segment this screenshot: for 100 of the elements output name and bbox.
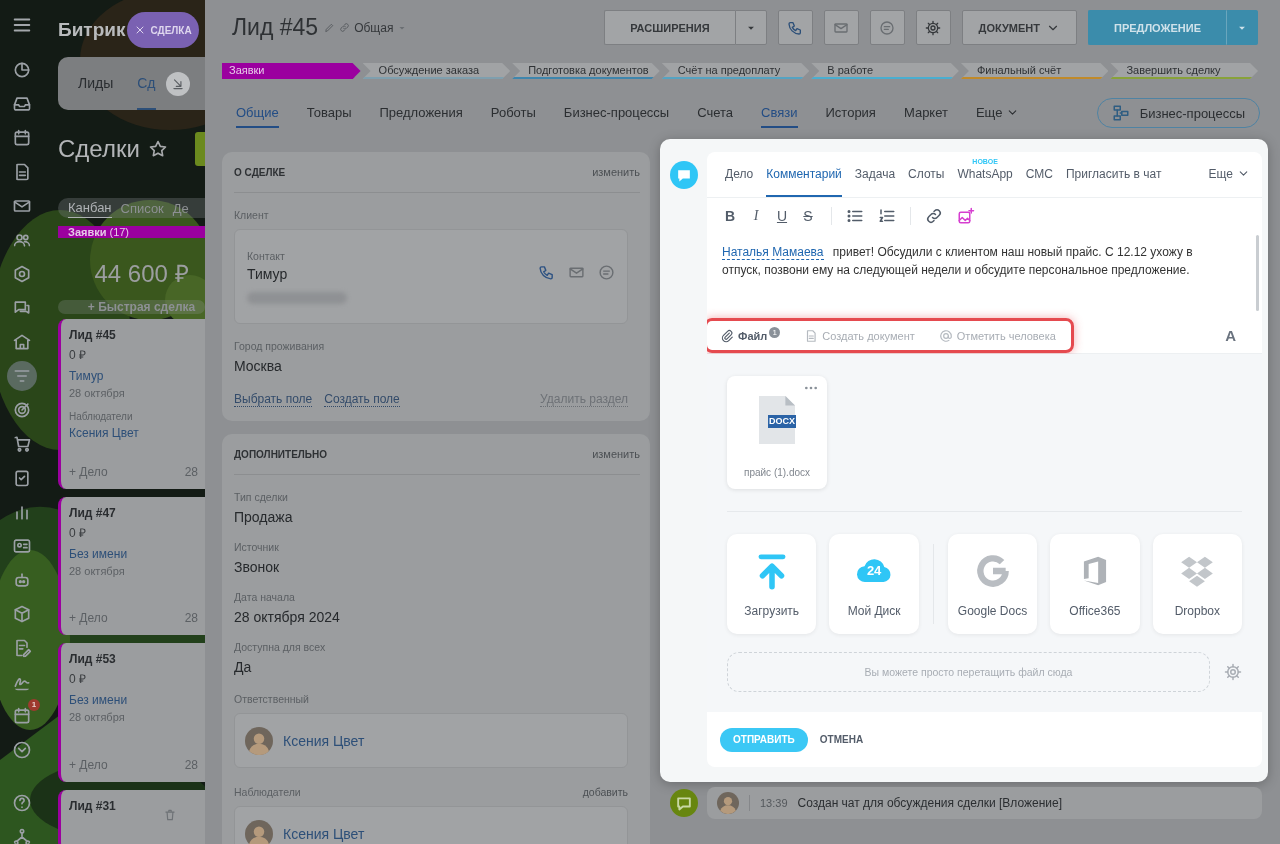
tab[interactable]: Общие — [236, 98, 279, 128]
field-label: Клиент — [234, 209, 270, 221]
file-button[interactable]: Файл 1 — [720, 328, 781, 343]
format-button[interactable]: S — [799, 204, 817, 227]
message-text: Наталья Мамаева привет! Обсудили с клиентом наш новый прайс. С 12.12 ухожу в отпуск, позвони ему на следующей недели и обсудите персональное предложение. — [722, 244, 1194, 279]
tab[interactable]: Связи — [761, 98, 798, 128]
tab[interactable]: Задача — [854, 152, 896, 197]
field-value: Москва — [234, 358, 283, 374]
field-label: Дата начала — [234, 591, 296, 603]
document-icon — [804, 328, 819, 343]
tab[interactable]: Бизнес-процессы — [563, 98, 670, 128]
tab[interactable]: Предложения — [379, 98, 463, 128]
tab[interactable]: Комментарий — [766, 152, 842, 197]
field-label: Источник — [234, 541, 280, 553]
format-button[interactable]: I — [747, 204, 765, 227]
upload-source-button[interactable]: 24 Мой Диск — [829, 534, 919, 634]
file-type-label: DOCX — [768, 415, 796, 428]
upload-source-button[interactable]: Google Docs — [947, 534, 1038, 634]
paperclip-icon — [720, 328, 734, 343]
tab[interactable]: СМС — [1025, 152, 1053, 197]
category-select[interactable]: Общая — [350, 17, 409, 38]
field-label: Наблюдатели — [234, 786, 301, 798]
comment-icon — [669, 161, 698, 189]
field-link[interactable]: Выбрать поле — [234, 392, 313, 407]
link-icon[interactable] — [925, 206, 943, 225]
deal-title: Лид #45 — [232, 14, 319, 41]
observer-link[interactable]: Ксения Цвет — [69, 426, 198, 440]
stage-step[interactable]: Обсуждение заказа — [362, 63, 511, 79]
file-name: прайс (1).docx — [744, 467, 810, 478]
stage-step[interactable]: Заявки — [222, 63, 361, 79]
field-value: Звонок — [234, 559, 281, 575]
person-link[interactable]: Ксения Цвет — [283, 732, 365, 749]
tab[interactable]: Товары — [306, 98, 352, 128]
card-date: 28 октября — [69, 387, 126, 399]
cancel-button[interactable]: ОТМЕНА — [819, 734, 864, 745]
field-label: Наблюдатели — [69, 411, 134, 422]
card-date: 28 — [184, 611, 198, 625]
document-button[interactable]: Создать документ — [804, 328, 915, 343]
tab[interactable]: Маркет — [903, 98, 948, 128]
format-button[interactable]: U — [773, 204, 791, 227]
deal-card[interactable]: Лид #47 0 ₽ Без имени 28 октября + Дело 28 — [58, 497, 205, 635]
stage-step[interactable]: Счёт на предоплату — [661, 63, 810, 79]
add-activity-link[interactable]: + Дело — [69, 758, 108, 772]
avatar — [245, 726, 273, 755]
flowchart-icon — [1111, 104, 1130, 122]
tab[interactable]: История — [825, 98, 876, 128]
upload-source-button[interactable]: Загрузить — [727, 534, 817, 634]
person-link[interactable]: Ксения Цвет — [283, 825, 365, 842]
tab[interactable]: Еще — [1208, 152, 1250, 197]
field-label: Доступна для всех — [234, 641, 327, 653]
card-amount: 0 ₽ — [69, 525, 87, 541]
deal-card[interactable]: Лид #31 — [58, 790, 205, 844]
card-amount: 0 ₽ — [69, 671, 87, 687]
client-link[interactable]: Тимур — [69, 369, 198, 383]
image-add-icon[interactable] — [957, 206, 975, 225]
upload-source-button[interactable]: Office365 — [1050, 534, 1140, 634]
file-tile[interactable]: DOCX прайс (1).docx — [727, 376, 827, 489]
tab[interactable]: Лиды — [78, 57, 114, 110]
star-icon[interactable] — [147, 139, 168, 159]
extensions-button[interactable]: РАСШИРЕНИЯ — [604, 10, 735, 45]
deal-card[interactable]: Лид #53 0 ₽ Без имени 28 октября + Дело 28 — [58, 643, 205, 782]
tab[interactable]: Еще — [975, 98, 1020, 128]
text-format-button[interactable]: A — [1219, 326, 1242, 345]
add-activity-link[interactable]: + Дело — [69, 465, 108, 479]
call-button[interactable] — [777, 10, 813, 45]
stage-step[interactable]: Финальный счёт — [960, 63, 1109, 79]
client-link[interactable]: Без имени — [69, 547, 198, 561]
stage-step[interactable]: Подготовка документов — [512, 63, 660, 79]
view-tab[interactable]: Канбан — [68, 198, 112, 218]
tab[interactable]: Пригласить в чат — [1066, 152, 1162, 197]
field-label: Ответственный — [234, 693, 309, 705]
tab[interactable]: Дело — [725, 152, 754, 197]
format-button[interactable]: B — [721, 204, 739, 227]
tab[interactable]: Слоты — [908, 152, 945, 197]
tab[interactable]: Счета — [697, 98, 734, 128]
stage-total: 44 600 ₽ — [93, 259, 190, 286]
numbered-list-icon[interactable] — [878, 206, 896, 225]
edit-link[interactable]: изменить — [592, 448, 640, 460]
download-icon[interactable] — [165, 71, 190, 96]
stage-step[interactable]: Завершить сделку — [1110, 63, 1259, 79]
card-title: Лид #45 — [69, 328, 117, 342]
document-button[interactable]: ДОКУМЕНТ — [961, 10, 1077, 45]
stage-step[interactable]: В работе — [811, 63, 959, 79]
entry-time: 13:39 — [760, 797, 788, 809]
tab[interactable]: Роботы — [490, 98, 536, 128]
card-date: 28 — [184, 465, 198, 479]
phone-icon[interactable] — [538, 263, 555, 281]
edit-link[interactable]: изменить — [592, 166, 640, 178]
mention-link[interactable]: Наталья Мамаева — [722, 245, 824, 260]
field-link[interactable]: Создать поле — [324, 392, 400, 407]
offer-button[interactable]: ПРЕДЛОЖЕНИЕ — [1088, 10, 1226, 45]
client-link[interactable]: Без имени — [69, 693, 198, 707]
add-activity-link[interactable]: + Дело — [69, 611, 108, 625]
add-link[interactable]: добавить — [582, 786, 628, 798]
deal-card[interactable]: Лид #45 0 ₽ Тимур 28 октября Наблюдатели Ксения Цвет + Дело 28 — [58, 319, 205, 489]
mention-button[interactable]: Отметить человека — [938, 328, 1056, 343]
card-amount: 0 ₽ — [69, 347, 87, 363]
settings-button[interactable] — [915, 10, 951, 45]
upload-source-button[interactable]: Dropbox — [1152, 534, 1243, 634]
deal-chip[interactable]: СДЕЛКА — [127, 12, 199, 48]
